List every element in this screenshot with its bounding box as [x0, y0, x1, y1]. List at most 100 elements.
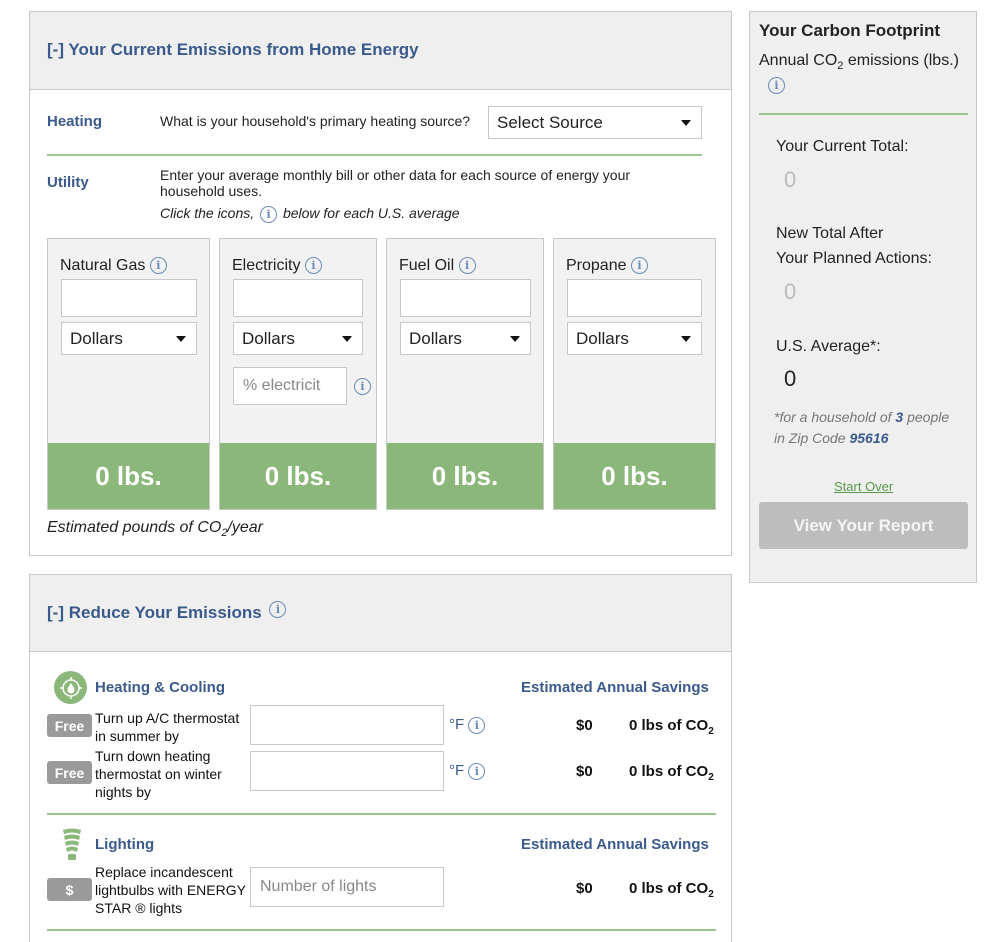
co2-prefix: 0 lbs of CO [629, 763, 709, 780]
number-of-lights-input[interactable]: Number of lights [250, 867, 444, 907]
action-text: Turn down heating thermostat on winter n… [95, 748, 222, 800]
percent-placeholder: % electricit [243, 377, 321, 394]
subtitle-suffix: emissions (lbs.) [843, 52, 959, 69]
electricity-percent-input[interactable]: % electricit [233, 367, 347, 405]
money-savings: $0 [576, 763, 593, 780]
info-icon[interactable]: i [630, 257, 648, 275]
info-icon[interactable]: i [149, 257, 167, 275]
carbon-footprint-sidebar: Your Carbon Footprint Annual CO2 emissio… [749, 11, 977, 583]
source-name-text: Propane [566, 257, 627, 274]
divider [759, 113, 968, 115]
sidebar-title: Your Carbon Footprint [759, 21, 940, 40]
natural-gas-unit-select[interactable]: Dollars [61, 322, 197, 355]
electricity-unit-select[interactable]: Dollars [233, 322, 363, 355]
footnote-prefix: Estimated pounds of CO [47, 519, 222, 536]
unit-text: °F [449, 762, 465, 779]
info-icon[interactable]: i [468, 716, 486, 734]
source-name: Natural Gas i [60, 257, 167, 275]
unit-text: °F [449, 716, 465, 733]
info-icon[interactable]: i [269, 601, 287, 619]
estimated-footnote: Estimated pounds of CO2/year [47, 519, 263, 539]
savings-label: Estimated Annual Savings [521, 836, 709, 853]
reduce-panel-title-text: [-] Reduce Your Emissions [47, 603, 262, 622]
divider [47, 929, 716, 931]
reduce-panel-header[interactable]: [-] Reduce Your Emissions i [30, 575, 731, 652]
source-name-text: Fuel Oil [399, 257, 455, 274]
natural-gas-amount-input[interactable] [61, 279, 197, 317]
info-icon[interactable]: i [458, 257, 476, 275]
natural-gas-result: 0 lbs. [48, 443, 209, 509]
new-total-label-line1: New Total After [776, 225, 884, 242]
unit-select-value: Dollars [242, 328, 295, 348]
heating-thermostat-input[interactable] [250, 751, 444, 791]
chevron-down-icon [176, 335, 186, 342]
source-name: Fuel Oil i [399, 257, 476, 275]
click-hint: Click the icons, i below for each U.S. a… [160, 205, 460, 223]
co2-prefix: 0 lbs of CO [629, 717, 709, 734]
heating-source-select-value: Select Source [497, 112, 603, 132]
propane-amount-input[interactable] [567, 279, 702, 317]
view-report-button[interactable]: View Your Report [759, 502, 968, 549]
divider [47, 154, 702, 156]
start-over-link[interactable]: Start Over [834, 479, 893, 494]
co2-sub: 2 [708, 889, 714, 900]
info-icon[interactable]: i [304, 257, 322, 275]
heating-source-select[interactable]: Select Source [488, 106, 702, 139]
lights-placeholder: Number of lights [260, 878, 377, 895]
section-title-lighting: Lighting [95, 836, 155, 853]
source-name: Propane i [566, 257, 648, 275]
utility-label: Utility [47, 174, 89, 191]
current-total-value: 0 [784, 167, 797, 192]
propane-unit-select[interactable]: Dollars [567, 322, 702, 355]
chevron-down-icon [510, 335, 520, 342]
action-text: Turn up A/C thermostat in summer by [95, 710, 240, 744]
free-badge: Free [47, 761, 92, 784]
fuel-oil-result: 0 lbs. [387, 443, 543, 509]
heating-label: Heating [47, 113, 103, 130]
money-savings: $0 [576, 717, 593, 734]
co2-prefix: 0 lbs of CO [629, 880, 709, 897]
household-mid: people [903, 409, 950, 425]
unit-select-value: Dollars [409, 328, 462, 348]
co2-savings: 0 lbs of CO2 [629, 763, 714, 783]
electricity-amount-input[interactable] [233, 279, 363, 317]
source-card-natural-gas: Natural Gas i Dollars 0 lbs. [47, 238, 210, 510]
action-text: Replace incandescent lightbulbs with ENE… [95, 864, 246, 916]
co2-sub: 2 [708, 772, 714, 783]
subtitle-prefix: Annual CO [759, 52, 838, 69]
click-hint-suffix: below for each U.S. average [282, 205, 460, 221]
source-name: Electricity i [232, 257, 322, 275]
co2-savings: 0 lbs of CO2 [629, 880, 714, 900]
lightbulb-icon [60, 827, 84, 863]
emissions-panel-title[interactable]: [-] Your Current Emissions from Home Ene… [47, 40, 419, 60]
source-card-electricity: Electricity i Dollars % electricit i 0 l… [219, 238, 377, 510]
footnote-suffix: /year [227, 519, 264, 536]
co2-sub: 2 [708, 726, 714, 737]
heating-question: What is your household's primary heating… [160, 113, 471, 129]
reduce-panel-title[interactable]: [-] Reduce Your Emissions i [47, 601, 287, 623]
emissions-panel-header[interactable]: [-] Your Current Emissions from Home Ene… [30, 12, 731, 90]
fuel-oil-amount-input[interactable] [400, 279, 531, 317]
source-name-text: Natural Gas [60, 257, 146, 274]
household-note: *for a household of 3 people [774, 409, 949, 425]
zip-note: in Zip Code 95616 [774, 430, 888, 446]
drop-icon [59, 676, 82, 699]
cost-badge: $ [47, 878, 92, 901]
household-prefix: *for a household of [774, 409, 896, 425]
us-average-value: 0 [784, 366, 797, 391]
new-total-label-line2: Your Planned Actions: [776, 250, 932, 267]
zip-prefix: in Zip Code [774, 430, 850, 446]
info-icon[interactable]: i [768, 77, 785, 94]
info-icon[interactable]: i [354, 378, 371, 395]
fuel-oil-unit-select[interactable]: Dollars [400, 322, 531, 355]
unit-label: °F i [449, 716, 486, 734]
reduce-panel: [-] Reduce Your Emissions i Heating & Co… [29, 574, 732, 942]
zip-code: 95616 [849, 430, 889, 446]
savings-label: Estimated Annual Savings [521, 679, 709, 696]
free-badge: Free [47, 714, 92, 737]
sidebar-subtitle: Annual CO2 emissions (lbs.) [759, 52, 959, 72]
click-hint-prefix: Click the icons, [160, 205, 255, 221]
info-icon[interactable]: i [468, 762, 486, 780]
co2-savings: 0 lbs of CO2 [629, 717, 714, 737]
ac-thermostat-input[interactable] [250, 705, 444, 745]
